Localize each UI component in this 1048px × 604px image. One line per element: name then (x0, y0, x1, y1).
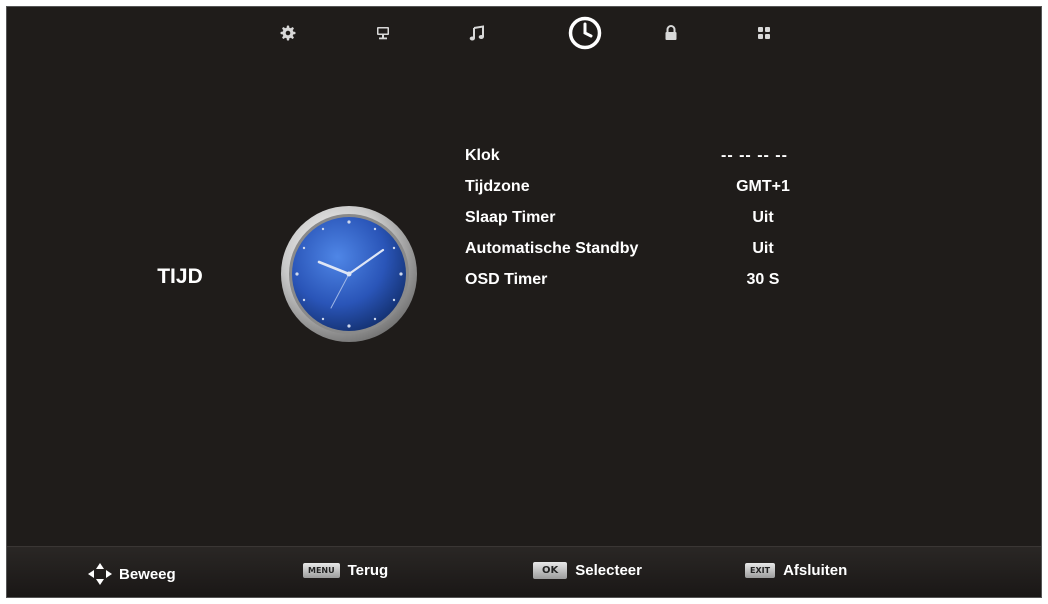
monitor-icon[interactable] (369, 19, 397, 47)
menu-item-label: Klok (465, 147, 500, 164)
menu-item-label: Slaap Timer (465, 209, 556, 226)
hint-back-label: Terug (347, 562, 389, 579)
menu-item-automatische-standby[interactable]: Automatische Standby Uit (463, 237, 863, 268)
ok-key-icon: OK (533, 562, 568, 579)
footer-hint-bar: Beweeg MENU Terug OK Selecteer EXIT Afsl… (7, 546, 1041, 597)
tv-osd-screen: TIJD Klok -- -- -- -- Tijdzone GMT+1 Sla… (6, 6, 1042, 598)
menu-item-klok[interactable]: Klok -- -- -- -- (463, 144, 863, 175)
hint-exit: EXIT Afsluiten (745, 562, 847, 579)
hint-select: OK Selecteer (533, 562, 642, 579)
hint-back: MENU Terug (303, 562, 388, 579)
menu-item-label: OSD Timer (465, 271, 548, 288)
hint-exit-label: Afsluiten (783, 562, 848, 579)
analog-clock-icon (279, 204, 419, 344)
hint-move-label: Beweeg (119, 565, 176, 583)
menu-item-value: Uit (752, 240, 774, 257)
menu-key-icon: MENU (303, 563, 340, 578)
exit-key-icon: EXIT (745, 563, 776, 578)
menu-item-label: Tijdzone (465, 178, 530, 195)
menu-item-tijdzone[interactable]: Tijdzone GMT+1 (463, 175, 863, 206)
clock-icon[interactable] (567, 15, 603, 51)
dpad-arrows-icon (88, 563, 112, 585)
menu-item-value: Uit (752, 209, 774, 226)
lock-icon[interactable] (657, 19, 685, 47)
section-title: TIJD (157, 265, 203, 288)
menu-item-slaap-timer[interactable]: Slaap Timer Uit (463, 206, 863, 237)
menu-item-osd-timer[interactable]: OSD Timer 30 S (463, 268, 863, 299)
gear-icon[interactable] (274, 19, 302, 47)
music-note-icon[interactable] (463, 19, 491, 47)
hint-select-label: Selecteer (575, 562, 642, 579)
hint-move: Beweeg (87, 562, 176, 586)
menu-item-label: Automatische Standby (465, 240, 639, 257)
grid-icon[interactable] (750, 19, 778, 47)
menu-item-value: -- -- -- -- (721, 147, 788, 164)
menu-item-value: 30 S (746, 271, 780, 288)
menu-item-value: GMT+1 (736, 178, 790, 195)
time-settings-menu: Klok -- -- -- -- Tijdzone GMT+1 Slaap Ti… (463, 144, 863, 299)
menu-tab-bar (7, 7, 1041, 61)
